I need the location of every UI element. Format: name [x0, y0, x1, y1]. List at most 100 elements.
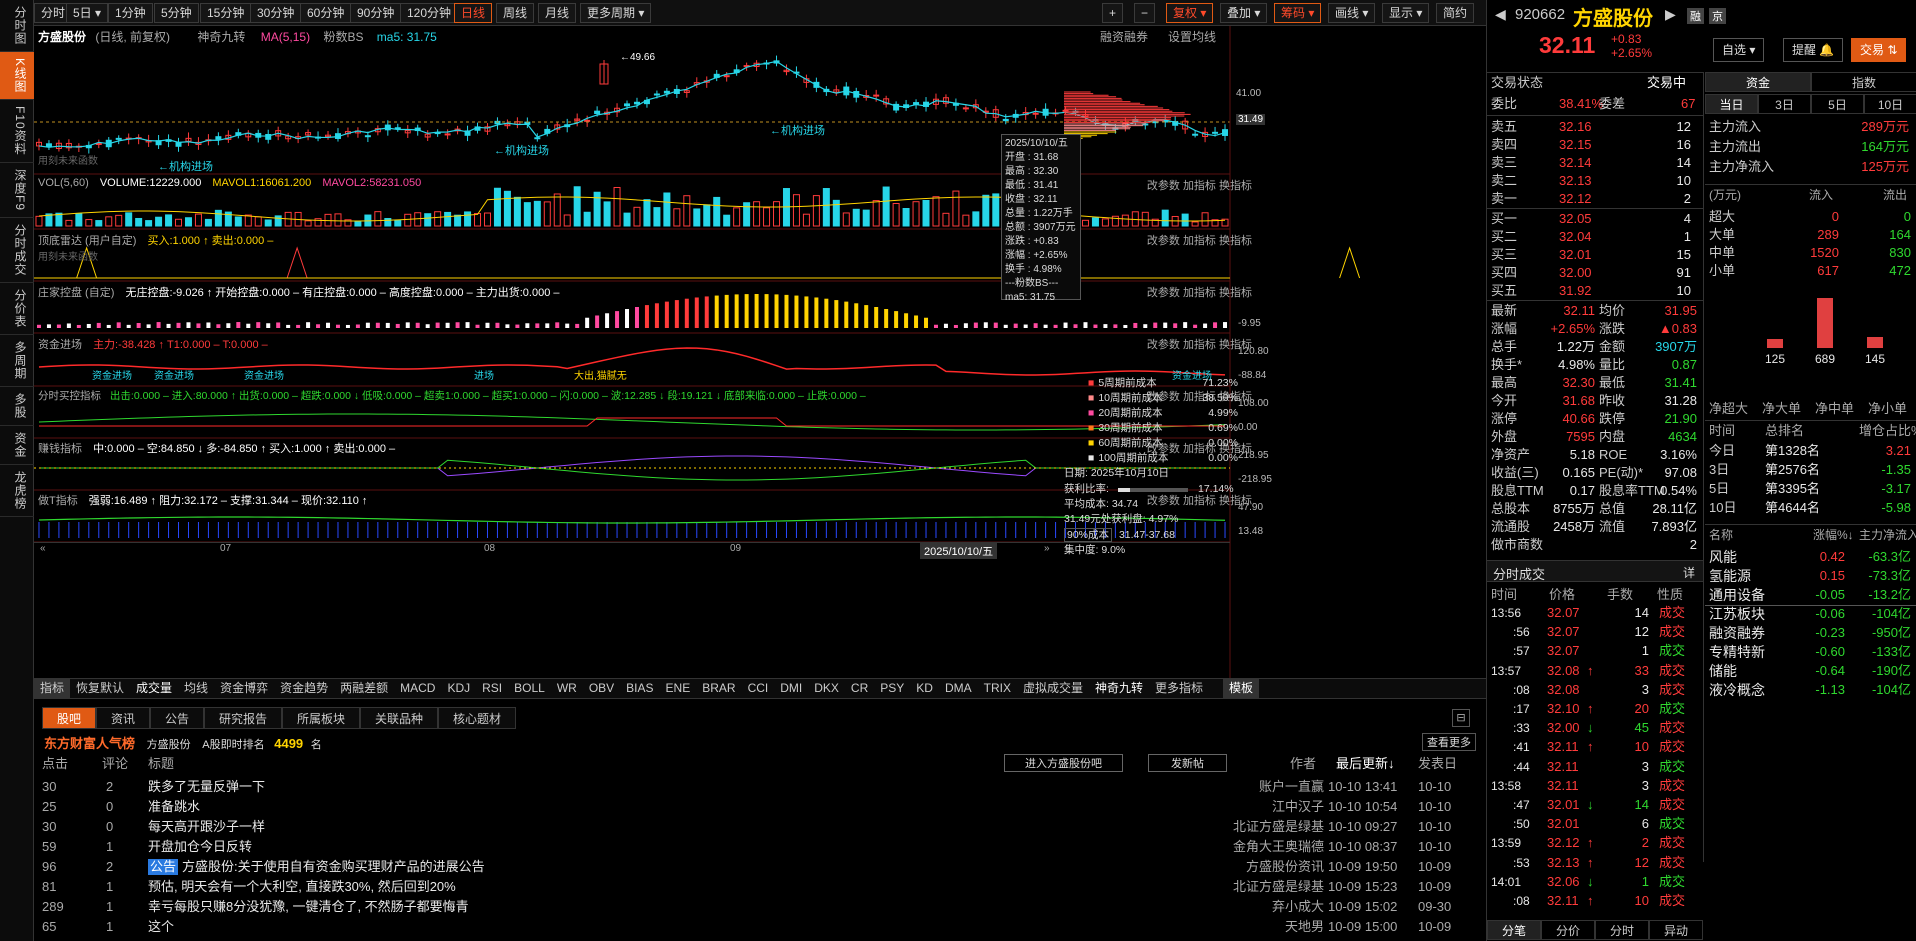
indicator-tab-26[interactable]: 更多指标: [1149, 679, 1209, 698]
indicator-tab-22[interactable]: DMA: [939, 679, 978, 698]
indicator-tab-18[interactable]: DKX: [808, 679, 845, 698]
left-tab-5[interactable]: 分价表: [0, 283, 34, 335]
indicator-tab-6[interactable]: 两融差额: [334, 679, 394, 698]
ask-price[interactable]: 32.16: [1559, 118, 1592, 136]
change-indicator-button[interactable]: 换指标: [1219, 339, 1252, 351]
news-title[interactable]: 跌多了无量反弹一下: [148, 777, 265, 797]
toolbar-right-4[interactable]: 筹码 ▾: [1274, 3, 1322, 23]
collapse-icon[interactable]: ⊟: [1452, 709, 1470, 727]
add-indicator-button[interactable]: 加指标: [1183, 235, 1216, 247]
indicator-tab-20[interactable]: PSY: [874, 679, 910, 698]
change-indicator-button[interactable]: 换指标: [1219, 180, 1252, 192]
period-2[interactable]: 1分钟: [108, 3, 153, 23]
news-title[interactable]: 方盛股份:关于使用自有资金购买理财产品的进展公告: [182, 857, 485, 877]
indicator-tab-4[interactable]: 资金博弈: [214, 679, 274, 698]
sector-name[interactable]: 风能: [1709, 548, 1737, 566]
indicator-tab-8[interactable]: KDJ: [441, 679, 476, 698]
edit-params-button[interactable]: 改参数: [1147, 235, 1180, 247]
period-12[interactable]: 更多周期 ▾: [580, 3, 652, 23]
news-author[interactable]: 江中汉子: [1272, 797, 1324, 817]
indicator-tab-10[interactable]: BOLL: [508, 679, 551, 698]
fund-period-3[interactable]: 10日: [1864, 94, 1916, 114]
indicator-tab-13[interactable]: BIAS: [620, 679, 659, 698]
period-6[interactable]: 60分钟: [300, 3, 352, 23]
period-7[interactable]: 90分钟: [350, 3, 402, 23]
indicator-tab-5[interactable]: 资金趋势: [274, 679, 334, 698]
edit-params-button[interactable]: 改参数: [1147, 287, 1180, 299]
news-author[interactable]: 金角大王奥瑞德: [1233, 837, 1324, 857]
toolbar-right-3[interactable]: 叠加 ▾: [1220, 3, 1268, 23]
indicator-tab-21[interactable]: KD: [910, 679, 939, 698]
news-title[interactable]: 开盘加仓今日反转: [148, 837, 252, 857]
trades-tab-1[interactable]: 分价: [1541, 920, 1595, 940]
news-author[interactable]: 北证方盛是绿基: [1233, 877, 1324, 897]
period-1[interactable]: 5日 ▾: [66, 3, 109, 23]
indicator-tab-1[interactable]: 恢复默认: [70, 679, 130, 698]
news-tab-5[interactable]: 关联品种: [360, 707, 439, 729]
indicator-tab-11[interactable]: WR: [551, 679, 583, 698]
toolbar-right-1[interactable]: −: [1134, 3, 1156, 23]
news-tab-0[interactable]: 股吧: [42, 707, 97, 729]
watchlist-button[interactable]: 自选 ▾: [1713, 38, 1765, 62]
trades-tab-0[interactable]: 分笔: [1487, 920, 1541, 940]
enter-forum-button[interactable]: 进入方盛股份吧: [1004, 754, 1123, 772]
period-8[interactable]: 120分钟: [400, 3, 459, 23]
indicator-tab-14[interactable]: ENE: [660, 679, 697, 698]
indicator-tab-0[interactable]: 指标: [34, 679, 71, 698]
period-4[interactable]: 15分钟: [200, 3, 252, 23]
bid-price[interactable]: 32.01: [1559, 246, 1592, 264]
sector-name[interactable]: 储能: [1709, 662, 1737, 680]
left-tab-1[interactable]: K线图: [0, 52, 34, 101]
trades-detail-button[interactable]: 详: [1683, 564, 1695, 581]
indicator-tab-3[interactable]: 均线: [178, 679, 214, 698]
news-title[interactable]: 幸亏每股只赚8分没犹豫, 一键清仓了, 不然肠子都要悔青: [148, 897, 469, 917]
indicator-tab-19[interactable]: CR: [845, 679, 874, 698]
news-author[interactable]: 账户一直赢: [1259, 777, 1324, 797]
indicator-tab-12[interactable]: OBV: [583, 679, 620, 698]
news-title[interactable]: 每天高开跟沙子一样: [148, 817, 265, 837]
ask-price[interactable]: 32.14: [1559, 154, 1592, 172]
news-author[interactable]: 方盛股份资讯: [1246, 857, 1324, 877]
news-row[interactable]: 65 1 这个 天地男 10-09 15:00 10-09: [34, 917, 1474, 937]
add-indicator-button[interactable]: 加指标: [1183, 287, 1216, 299]
period-10[interactable]: 周线: [496, 3, 535, 23]
news-tab-3[interactable]: 研究报告: [204, 707, 283, 729]
sector-name[interactable]: 通用设备: [1709, 586, 1765, 604]
fund-tab-1[interactable]: 指数: [1811, 72, 1916, 92]
indicator-tab-24[interactable]: 虚拟成交量: [1017, 679, 1089, 698]
ask-price[interactable]: 32.13: [1559, 172, 1592, 190]
sector-name[interactable]: 氢能源: [1709, 567, 1751, 585]
toolbar-right-2[interactable]: 复权 ▾: [1166, 3, 1214, 23]
bid-price[interactable]: 31.92: [1559, 282, 1592, 300]
add-indicator-button[interactable]: 加指标: [1183, 180, 1216, 192]
news-row[interactable]: 30 0 每天高开跟沙子一样 北证方盛是绿基 10-10 09:27 10-10: [34, 817, 1474, 837]
indicator-tab-27[interactable]: 模板: [1223, 679, 1260, 698]
indicator-tab-23[interactable]: TRIX: [978, 679, 1017, 698]
news-tab-6[interactable]: 核心题材: [438, 707, 517, 729]
left-tab-4[interactable]: 分时成交: [0, 218, 34, 283]
trades-tab-2[interactable]: 分时: [1595, 920, 1649, 940]
indicator-tab-25[interactable]: 神奇九转: [1089, 679, 1149, 698]
cost-select[interactable]: 90%成本: [1064, 527, 1113, 542]
ask-price[interactable]: 32.12: [1559, 190, 1592, 208]
sector-name[interactable]: 专精特新: [1709, 643, 1765, 661]
fund-period-2[interactable]: 5日: [1811, 94, 1864, 114]
fund-tab-0[interactable]: 资金: [1705, 72, 1811, 92]
news-author[interactable]: 北证方盛是绿基: [1233, 817, 1324, 837]
news-title[interactable]: 准备跳水: [148, 797, 200, 817]
sector-name[interactable]: 江苏板块: [1709, 605, 1765, 623]
news-row[interactable]: 96 2 公告 方盛股份:关于使用自有资金购买理财产品的进展公告 方盛股份资讯 10-09…: [34, 857, 1474, 877]
ask-price[interactable]: 32.15: [1559, 136, 1592, 154]
left-tab-9[interactable]: 龙虎榜: [0, 465, 34, 517]
period-11[interactable]: 月线: [538, 3, 577, 23]
trades-tab-3[interactable]: 异动: [1649, 920, 1703, 940]
indicator-tab-9[interactable]: RSI: [476, 679, 508, 698]
left-tab-0[interactable]: 分时图: [0, 0, 34, 52]
add-indicator-button[interactable]: 加指标: [1183, 339, 1216, 351]
see-more-button[interactable]: 查看更多: [1422, 733, 1476, 751]
indicator-tab-7[interactable]: MACD: [394, 679, 441, 698]
indicator-tab-17[interactable]: DMI: [774, 679, 808, 698]
toolbar-right-5[interactable]: 画线 ▾: [1328, 3, 1376, 23]
news-title[interactable]: 预估, 明天会有一个大利空, 直接跌30%, 然后回到20%: [148, 877, 456, 897]
alert-button[interactable]: 提醒 🔔: [1783, 38, 1844, 62]
